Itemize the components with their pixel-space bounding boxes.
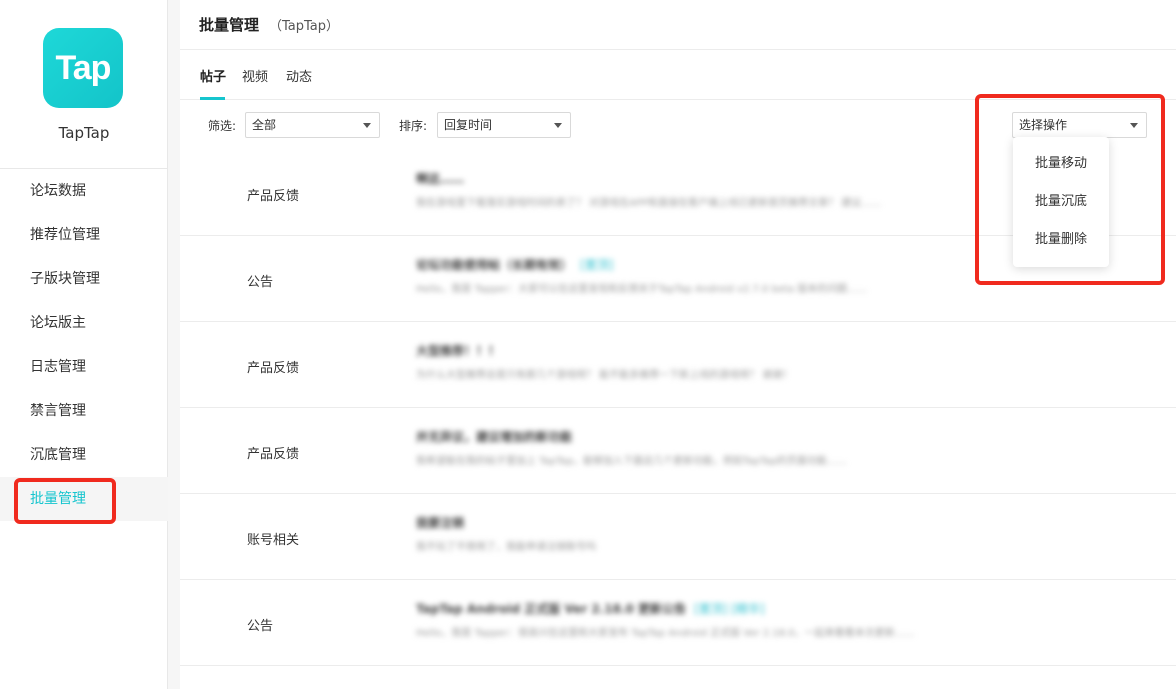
post-title-text: 论坛功能使用帖（长期有效） [416, 258, 573, 272]
sidebar-item-sub-boards[interactable]: 子版块管理 [0, 257, 168, 301]
sidebar: Tap TapTap 论坛数据 推荐位管理 子版块管理 论坛版主 日志管理 禁言… [0, 0, 168, 689]
sidebar-item-recommend-slots[interactable]: 推荐位管理 [0, 213, 168, 257]
post-title: 并无异议，建议增加的新功能 [416, 430, 573, 444]
sidebar-item-sink[interactable]: 沉底管理 [0, 433, 168, 477]
post-desc: Hello，我是 Tapper：大家可以在这里发现和反馈关于TapTap And… [416, 284, 868, 295]
sort-label: 排序: [399, 119, 428, 133]
post-desc: Hello，我是 Tapper：很高兴在这里和大家发布 TapTap Andro… [416, 628, 915, 639]
page-title: 批量管理 [199, 16, 260, 34]
post-title: 大型推荐！！！ [416, 344, 501, 358]
active-tab-indicator [200, 97, 225, 100]
post-desc: 我不玩了不想用了，我能申请注销账号吗 [416, 542, 596, 553]
sidebar-nav: 论坛数据 推荐位管理 子版块管理 论坛版主 日志管理 禁言管理 沉底管理 批量管… [0, 169, 168, 521]
post-category: 产品反馈 [247, 361, 300, 376]
sidebar-item-logs[interactable]: 日志管理 [0, 345, 168, 389]
post-category: 公告 [247, 619, 274, 634]
post-title: 我要注销 [416, 516, 465, 530]
sidebar-item-forum-data[interactable]: 论坛数据 [0, 169, 168, 213]
tab-posts[interactable]: 帖子 [200, 66, 226, 85]
table-row[interactable]: 产品反馈 并无异议，建议增加的新功能 我希望能在我的帖子里加上 TapTap，能… [180, 408, 1176, 494]
table-row[interactable]: 账号相关 我要注销 我不玩了不想用了，我能申请注销账号吗 [180, 494, 1176, 580]
taptap-logo[interactable]: Tap [43, 28, 123, 108]
tab-bar: 帖子 视频 动态 [180, 50, 1176, 100]
filter-select-value: 全部 [252, 118, 277, 132]
tab-videos[interactable]: 视频 [242, 66, 268, 85]
table-row[interactable]: 产品反馈 大型推荐！！！ 为什么大型推荐总是只有那几个游戏呀？ 能不能多推荐一下… [180, 322, 1176, 408]
tab-feeds[interactable]: 动态 [286, 66, 312, 85]
post-category: 产品反馈 [247, 447, 300, 462]
highlight-box-nav [14, 478, 116, 524]
post-desc: 我在游戏里下载落实游戏时间的表了？ 对游戏在APP和直接在客户端上线已更新首页推… [416, 198, 882, 209]
highlight-box-menu [975, 94, 1165, 285]
post-title: 啊这…… [416, 172, 465, 186]
post-title-text: TapTap Android 正式版 Ver 2.18.0 更新公告 [416, 602, 687, 616]
app-name: TapTap [58, 124, 110, 142]
post-tag: [置顶] [精华] [694, 602, 765, 616]
post-desc: 我希望能在我的帖子里加上 TapTap，能够加入下面这几个更新功能，例如TapT… [416, 456, 847, 467]
sort-select[interactable]: 回复时间 [437, 112, 571, 138]
filter-label: 筛选: [208, 119, 237, 133]
post-title: TapTap Android 正式版 Ver 2.18.0 更新公告 [置顶] [… [416, 600, 765, 617]
sidebar-item-moderators[interactable]: 论坛版主 [0, 301, 168, 345]
sort-select-value: 回复时间 [444, 118, 493, 132]
table-row[interactable]: 公告 TapTap Android 正式版 Ver 2.18.0 更新公告 [置顶… [180, 580, 1176, 666]
post-category: 账号相关 [247, 533, 300, 548]
post-category: 产品反馈 [247, 189, 300, 204]
post-category: 公告 [247, 275, 274, 290]
sidebar-item-mute[interactable]: 禁言管理 [0, 389, 168, 433]
logo-text: Tap [55, 48, 112, 87]
post-tag: [置顶] [580, 258, 614, 272]
chevron-down-icon [554, 123, 562, 128]
page-header: 批量管理 （TapTap） [180, 0, 1176, 50]
post-title: 论坛功能使用帖（长期有效） [置顶] [416, 256, 613, 273]
post-desc: 为什么大型推荐总是只有那几个游戏呀？ 能不能多推荐一下新上线的游戏呀？ 谢谢！ [416, 370, 793, 381]
page-subtitle: （TapTap） [269, 19, 340, 34]
filter-select[interactable]: 全部 [245, 112, 380, 138]
chevron-down-icon [363, 123, 371, 128]
